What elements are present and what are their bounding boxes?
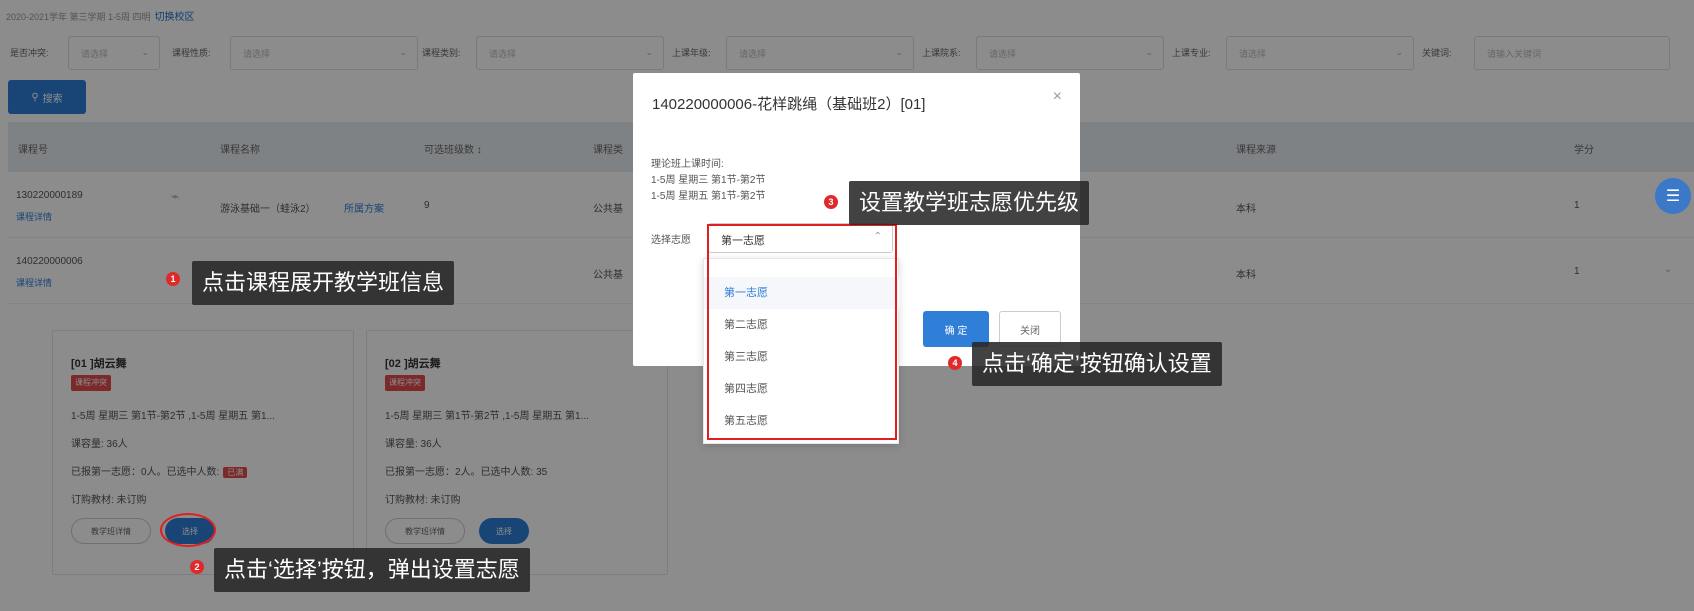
step-badge: 1: [166, 272, 180, 286]
schedule-line: 1-5周 星期五 第1节-第2节: [651, 191, 766, 202]
callout-step-2: 点击‘选择’按钮，弹出设置志愿: [214, 548, 530, 592]
highlight-circle: [160, 513, 216, 547]
step-badge: 2: [190, 560, 204, 574]
schedule-line: 1-5周 星期三 第1节-第2节: [651, 175, 766, 186]
step-badge: 4: [948, 356, 962, 370]
highlight-box: [707, 224, 897, 440]
step-badge: 3: [824, 195, 838, 209]
menu-icon[interactable]: ☰: [1655, 178, 1691, 214]
close-icon[interactable]: ×: [1053, 88, 1062, 106]
preference-label: 选择志愿: [651, 235, 691, 246]
callout-step-4: 点击‘确定’按钮确认设置: [972, 342, 1222, 386]
callout-step-3: 设置教学班志愿优先级: [849, 181, 1090, 225]
schedule-label: 理论班上课时间:: [651, 159, 724, 170]
callout-step-1: 点击课程展开教学班信息: [192, 261, 455, 305]
dialog-title: 140220000006-花样跳绳（基础班2）[01]: [652, 96, 926, 113]
